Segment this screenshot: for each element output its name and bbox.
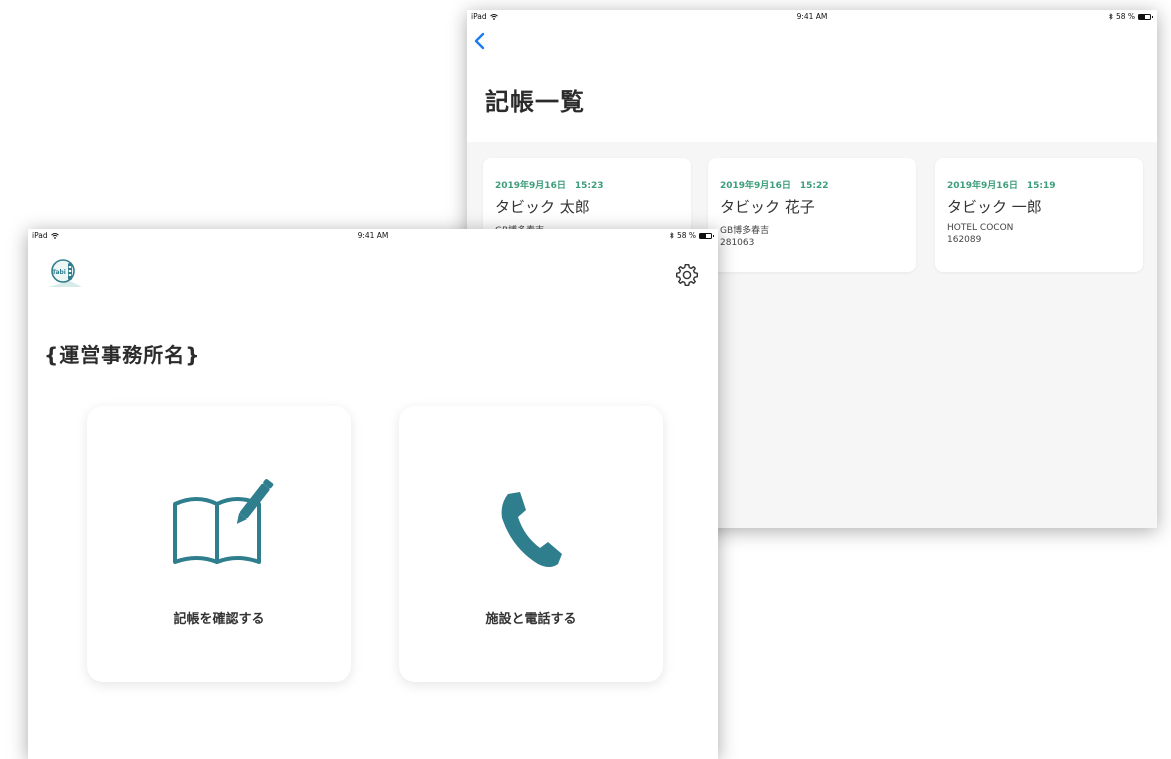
entry-card[interactable]: 2019年9月16日 15:22 タビック 花子 GB博多春吉 281063: [708, 158, 916, 272]
battery-percent: 58 %: [676, 231, 696, 240]
call-facility-label: 施設と電話する: [485, 612, 577, 627]
book-pen-icon: [173, 479, 274, 564]
battery-percent: 58 %: [1115, 12, 1135, 21]
entry-name: タビック 花子: [720, 198, 815, 216]
entry-hotel: GB博多春吉: [720, 226, 770, 236]
entry-date: 2019年9月16日 15:23: [495, 181, 604, 191]
status-bar: iPad 9:41 AM 58 %: [28, 229, 718, 243]
home-screen: iPad 9:41 AM 58 % Tabi {運営事務所名} 記帳を確認する …: [28, 229, 718, 759]
bluetooth-icon: [670, 232, 674, 239]
status-time: 9:41 AM: [357, 231, 389, 240]
gear-icon: [676, 264, 698, 286]
entry-card[interactable]: 2019年9月16日 15:19 タビック 一郎 HOTEL COCON 162…: [935, 158, 1143, 272]
phone-icon: [501, 492, 562, 567]
battery-level: [1139, 14, 1146, 19]
settings-button[interactable]: [674, 262, 700, 288]
status-bar: iPad 9:41 AM 58 %: [467, 10, 1157, 24]
entry-date: 2019年9月16日 15:19: [947, 181, 1056, 191]
entry-name: タビック 一郎: [947, 198, 1042, 216]
app-logo: Tabi: [46, 257, 84, 291]
entry-code: 162089: [947, 235, 982, 245]
back-button[interactable]: [471, 30, 489, 52]
status-time: 9:41 AM: [796, 12, 828, 21]
bluetooth-icon: [1109, 13, 1113, 20]
call-facility-button[interactable]: 施設と電話する: [399, 406, 663, 682]
office-name: {運営事務所名}: [44, 343, 201, 367]
entry-hotel: HOTEL COCON: [947, 223, 1014, 233]
battery-icon: [1138, 13, 1153, 20]
entry-date: 2019年9月16日 15:22: [720, 181, 829, 191]
entry-name: タビック 太郎: [495, 198, 590, 216]
entry-code: 281063: [720, 238, 755, 248]
chevron-left-icon: [474, 32, 485, 50]
page-title: 記帳一覧: [485, 88, 585, 116]
logo-text: Tabi: [52, 269, 66, 276]
battery-level: [700, 233, 707, 238]
view-entries-button[interactable]: 記帳を確認する: [87, 406, 351, 682]
battery-icon: [699, 232, 714, 239]
view-entries-label: 記帳を確認する: [173, 612, 265, 627]
